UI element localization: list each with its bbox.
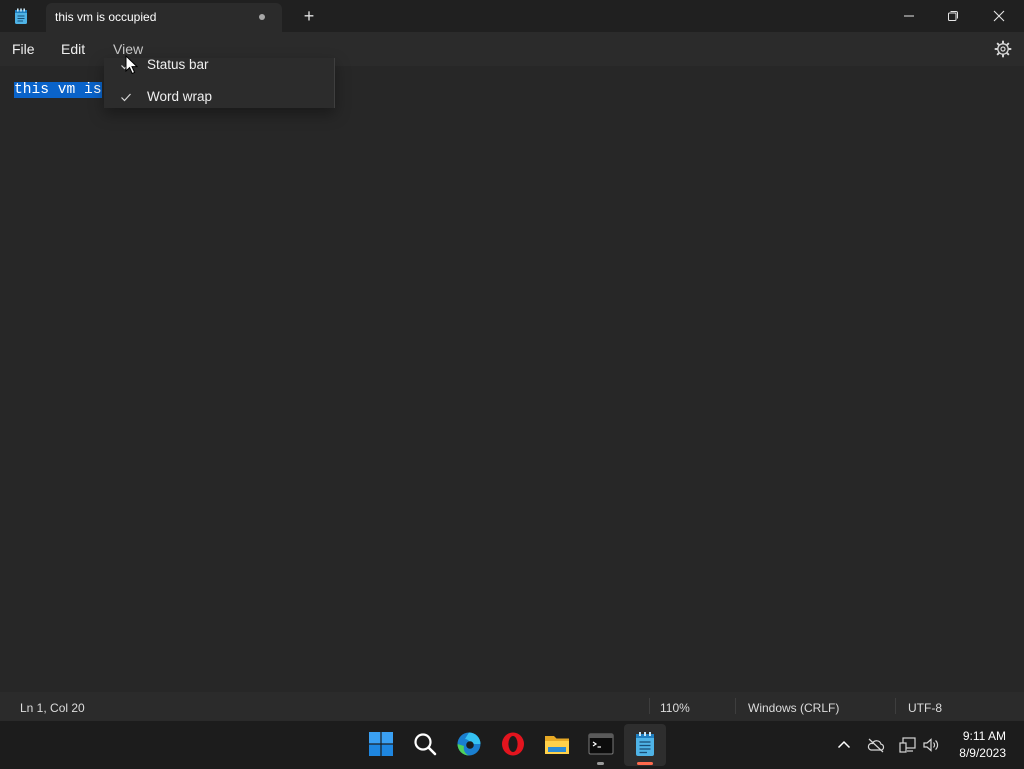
encoding[interactable]: UTF-8	[908, 701, 942, 715]
file-explorer-icon[interactable]	[544, 731, 570, 757]
view-menu-item-word-wrap[interactable]: Word wrap	[104, 83, 334, 113]
active-indicator	[637, 762, 653, 765]
notepad-icon[interactable]	[632, 731, 658, 757]
status-divider	[895, 698, 896, 714]
new-tab-button[interactable]: +	[299, 5, 319, 27]
line-ending[interactable]: Windows (CRLF)	[748, 701, 839, 715]
restore-button[interactable]	[930, 0, 976, 30]
edge-icon[interactable]	[456, 731, 482, 757]
menu-file[interactable]: File	[12, 41, 35, 57]
minimize-button[interactable]	[886, 0, 932, 30]
gear-icon[interactable]	[994, 40, 1012, 58]
view-menu-item-label: Status bar	[147, 57, 209, 72]
close-button[interactable]	[976, 0, 1022, 30]
unsaved-indicator[interactable]	[259, 14, 265, 20]
text-editor[interactable]: this vm is	[0, 66, 1024, 692]
start-icon[interactable]	[368, 731, 394, 757]
minimize-icon	[904, 15, 914, 17]
editor-content[interactable]: this vm is	[14, 82, 102, 98]
status-bar: Ln 1, Col 20 110% Windows (CRLF) UTF-8	[0, 692, 1024, 720]
close-icon	[993, 10, 1005, 22]
view-menu-item-label: Word wrap	[147, 89, 213, 104]
menu-edit[interactable]: Edit	[61, 41, 85, 57]
onedrive-icon[interactable]	[867, 736, 885, 754]
restore-icon	[948, 11, 958, 22]
zoom-level[interactable]: 110%	[660, 701, 690, 715]
mouse-cursor-icon	[125, 55, 139, 75]
chevron-up-icon[interactable]	[835, 736, 853, 754]
taskbar: 9:11 AM 8/9/2023	[0, 720, 1024, 769]
notepad-icon	[15, 8, 27, 24]
search-icon[interactable]	[412, 731, 438, 757]
running-indicator	[597, 762, 604, 765]
clock-date[interactable]: 8/9/2023	[940, 746, 1006, 760]
selected-text[interactable]: this vm is	[14, 82, 102, 98]
opera-icon[interactable]	[500, 731, 526, 757]
cursor-position: Ln 1, Col 20	[20, 701, 85, 715]
title-bar: this vm is occupied +	[0, 0, 1024, 32]
status-divider	[649, 698, 650, 714]
document-tab[interactable]: this vm is occupied	[46, 3, 282, 32]
volume-icon[interactable]	[922, 736, 940, 754]
tab-title: this vm is occupied	[55, 10, 157, 24]
terminal-icon[interactable]	[588, 731, 614, 757]
network-icon[interactable]	[899, 736, 917, 754]
checkmark-icon	[121, 93, 131, 102]
status-divider	[735, 698, 736, 714]
clock-time[interactable]: 9:11 AM	[940, 729, 1006, 743]
